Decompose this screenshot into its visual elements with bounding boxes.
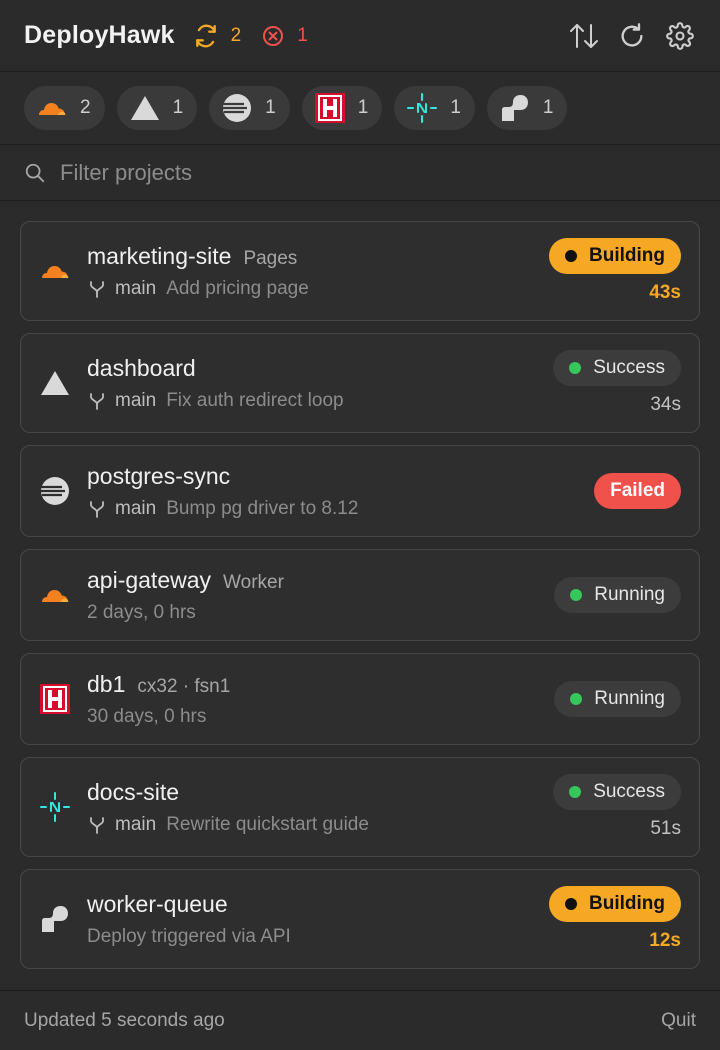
footer: Updated 5 seconds ago Quit (0, 990, 720, 1050)
building-count: 2 (230, 24, 242, 46)
search-icon (25, 163, 45, 182)
build-duration: 51s (650, 818, 681, 839)
search-bar (0, 145, 720, 201)
uptime: 30 days, 0 hrs (87, 705, 207, 727)
branch-icon (90, 500, 104, 518)
netlify-icon (37, 789, 73, 825)
building-count-indicator: 2 (193, 23, 242, 49)
vercel-icon (129, 92, 161, 124)
hetzner-icon (37, 681, 73, 717)
railway-icon (37, 473, 73, 509)
provider-chip-netlify[interactable]: 1 (394, 86, 475, 130)
branch-name: main (115, 277, 157, 299)
sync-icon (195, 24, 216, 47)
commit-message: Add pricing page (166, 277, 309, 299)
commit-message: Fix auth redirect loop (166, 389, 344, 411)
project-tag: Pages (243, 247, 298, 269)
project-card-db1[interactable]: db1 cx32 · fsn1 30 days, 0 hrs Running (20, 653, 700, 745)
project-name: marketing-site (87, 242, 232, 269)
provider-count: 1 (265, 97, 276, 118)
project-name: dashboard (87, 354, 196, 381)
settings-button[interactable] (664, 20, 696, 52)
project-card-docs-site[interactable]: docs-site main Rewrite quickstart guide … (20, 757, 700, 857)
failed-count-indicator: 1 (261, 24, 308, 48)
render-icon (499, 92, 531, 124)
build-duration: 43s (649, 282, 681, 303)
project-name: api-gateway (87, 566, 212, 593)
failed-icon (263, 25, 284, 46)
provider-count: 1 (450, 97, 461, 118)
provider-count: 1 (357, 97, 369, 118)
project-card-marketing-site[interactable]: marketing-site Pages main Add pricing pa… (20, 221, 700, 321)
branch-icon (90, 280, 104, 298)
project-tag: Worker (223, 571, 284, 593)
vercel-icon (37, 365, 73, 401)
commit-message: Deploy triggered via API (87, 925, 291, 947)
build-duration: 34s (650, 394, 681, 415)
uptime: 2 days, 0 hrs (87, 601, 196, 623)
railway-icon (221, 92, 253, 124)
build-duration: 12s (649, 930, 681, 951)
branch-name: main (115, 497, 157, 519)
refresh-button[interactable] (616, 20, 648, 52)
status-badge: Building (549, 886, 681, 922)
cloudflare-icon (37, 253, 73, 289)
branch-icon (90, 392, 104, 410)
project-name: db1 (87, 670, 126, 697)
status-badge: Building (549, 238, 681, 274)
netlify-icon (406, 92, 438, 124)
sort-icon (570, 23, 598, 48)
project-name: worker-queue (87, 890, 228, 917)
last-updated: Updated 5 seconds ago (24, 1009, 225, 1031)
project-name: postgres-sync (87, 462, 231, 489)
status-badge: Success (553, 350, 681, 386)
gear-icon (666, 21, 694, 50)
project-card-postgres-sync[interactable]: postgres-sync main Bump pg driver to 8.1… (20, 445, 700, 537)
provider-count: 1 (172, 97, 184, 118)
provider-count: 2 (80, 97, 91, 118)
app-title: DeployHawk (24, 21, 175, 49)
provider-count: 1 (542, 97, 554, 118)
sort-button[interactable] (568, 20, 600, 52)
branch-icon (90, 816, 104, 834)
status-badge: Running (554, 681, 681, 717)
commit-message: Rewrite quickstart guide (166, 813, 369, 835)
status-badge: Success (553, 774, 681, 810)
provider-chip-render[interactable]: 1 (486, 86, 568, 130)
status-badge: Failed (594, 473, 681, 509)
hetzner-icon (314, 92, 346, 124)
provider-chip-vercel[interactable]: 1 (116, 86, 198, 130)
project-name: docs-site (87, 778, 180, 805)
project-card-api-gateway[interactable]: api-gateway Worker 2 days, 0 hrs Running (20, 549, 700, 641)
status-badge: Running (554, 577, 681, 613)
search-input[interactable] (60, 159, 696, 186)
quit-button[interactable]: Quit (661, 1010, 696, 1032)
render-icon (37, 901, 73, 937)
project-list: marketing-site Pages main Add pricing pa… (0, 201, 720, 969)
refresh-icon (621, 22, 643, 47)
provider-chip-railway[interactable]: 1 (209, 86, 290, 130)
provider-filter-bar: 2 1 1 1 1 1 (0, 72, 720, 145)
branch-name: main (115, 813, 157, 835)
header: DeployHawk 2 1 (0, 0, 720, 72)
cloudflare-icon (37, 577, 73, 613)
provider-chip-cloudflare[interactable]: 2 (24, 86, 105, 130)
project-card-worker-queue[interactable]: worker-queue Deploy triggered via API Bu… (20, 869, 700, 969)
project-card-dashboard[interactable]: dashboard main Fix auth redirect loop Su… (20, 333, 700, 433)
project-tag: cx32 · fsn1 (137, 675, 231, 697)
cloudflare-icon (36, 92, 68, 124)
provider-chip-hetzner[interactable]: 1 (301, 86, 383, 130)
header-actions (568, 20, 696, 52)
commit-message: Bump pg driver to 8.12 (166, 497, 359, 519)
failed-count: 1 (297, 24, 308, 46)
branch-name: main (115, 389, 157, 411)
